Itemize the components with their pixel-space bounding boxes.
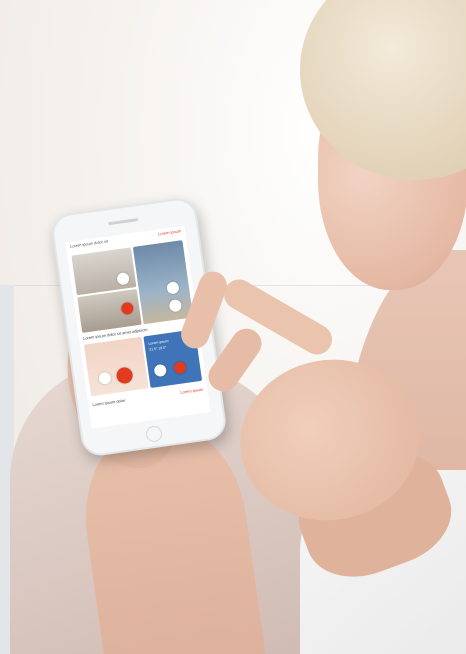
home-button[interactable] [144,424,164,443]
blind-up-icon[interactable] [166,281,180,295]
heater-icon[interactable] [173,360,187,375]
header-link[interactable]: Lorem ipsum [158,228,182,236]
footer-label: Lorem ipsum dolor [92,397,126,408]
footer-link[interactable]: Lorem ipsum [180,387,204,395]
thermostat-icon[interactable] [153,363,168,378]
room-tile-living[interactable] [71,247,137,296]
power-icon[interactable] [120,301,135,316]
light-toggle-icon[interactable] [115,366,134,385]
bulb-icon[interactable] [98,371,112,386]
room-tile-bedroom[interactable] [77,288,142,333]
room-control-icon[interactable] [116,271,130,286]
lighting-tile[interactable] [83,336,149,397]
speaker-grille [108,218,139,226]
climate-temps: 21.5° 19.0° [148,345,167,352]
screen-title: Lorem ipsum dolor sit [69,238,109,249]
photo-scene: Lorem ipsum dolor sit Lorem ipsum Lorem … [0,0,466,654]
blind-down-icon[interactable] [168,298,183,313]
window-blind-tile[interactable] [132,240,194,325]
